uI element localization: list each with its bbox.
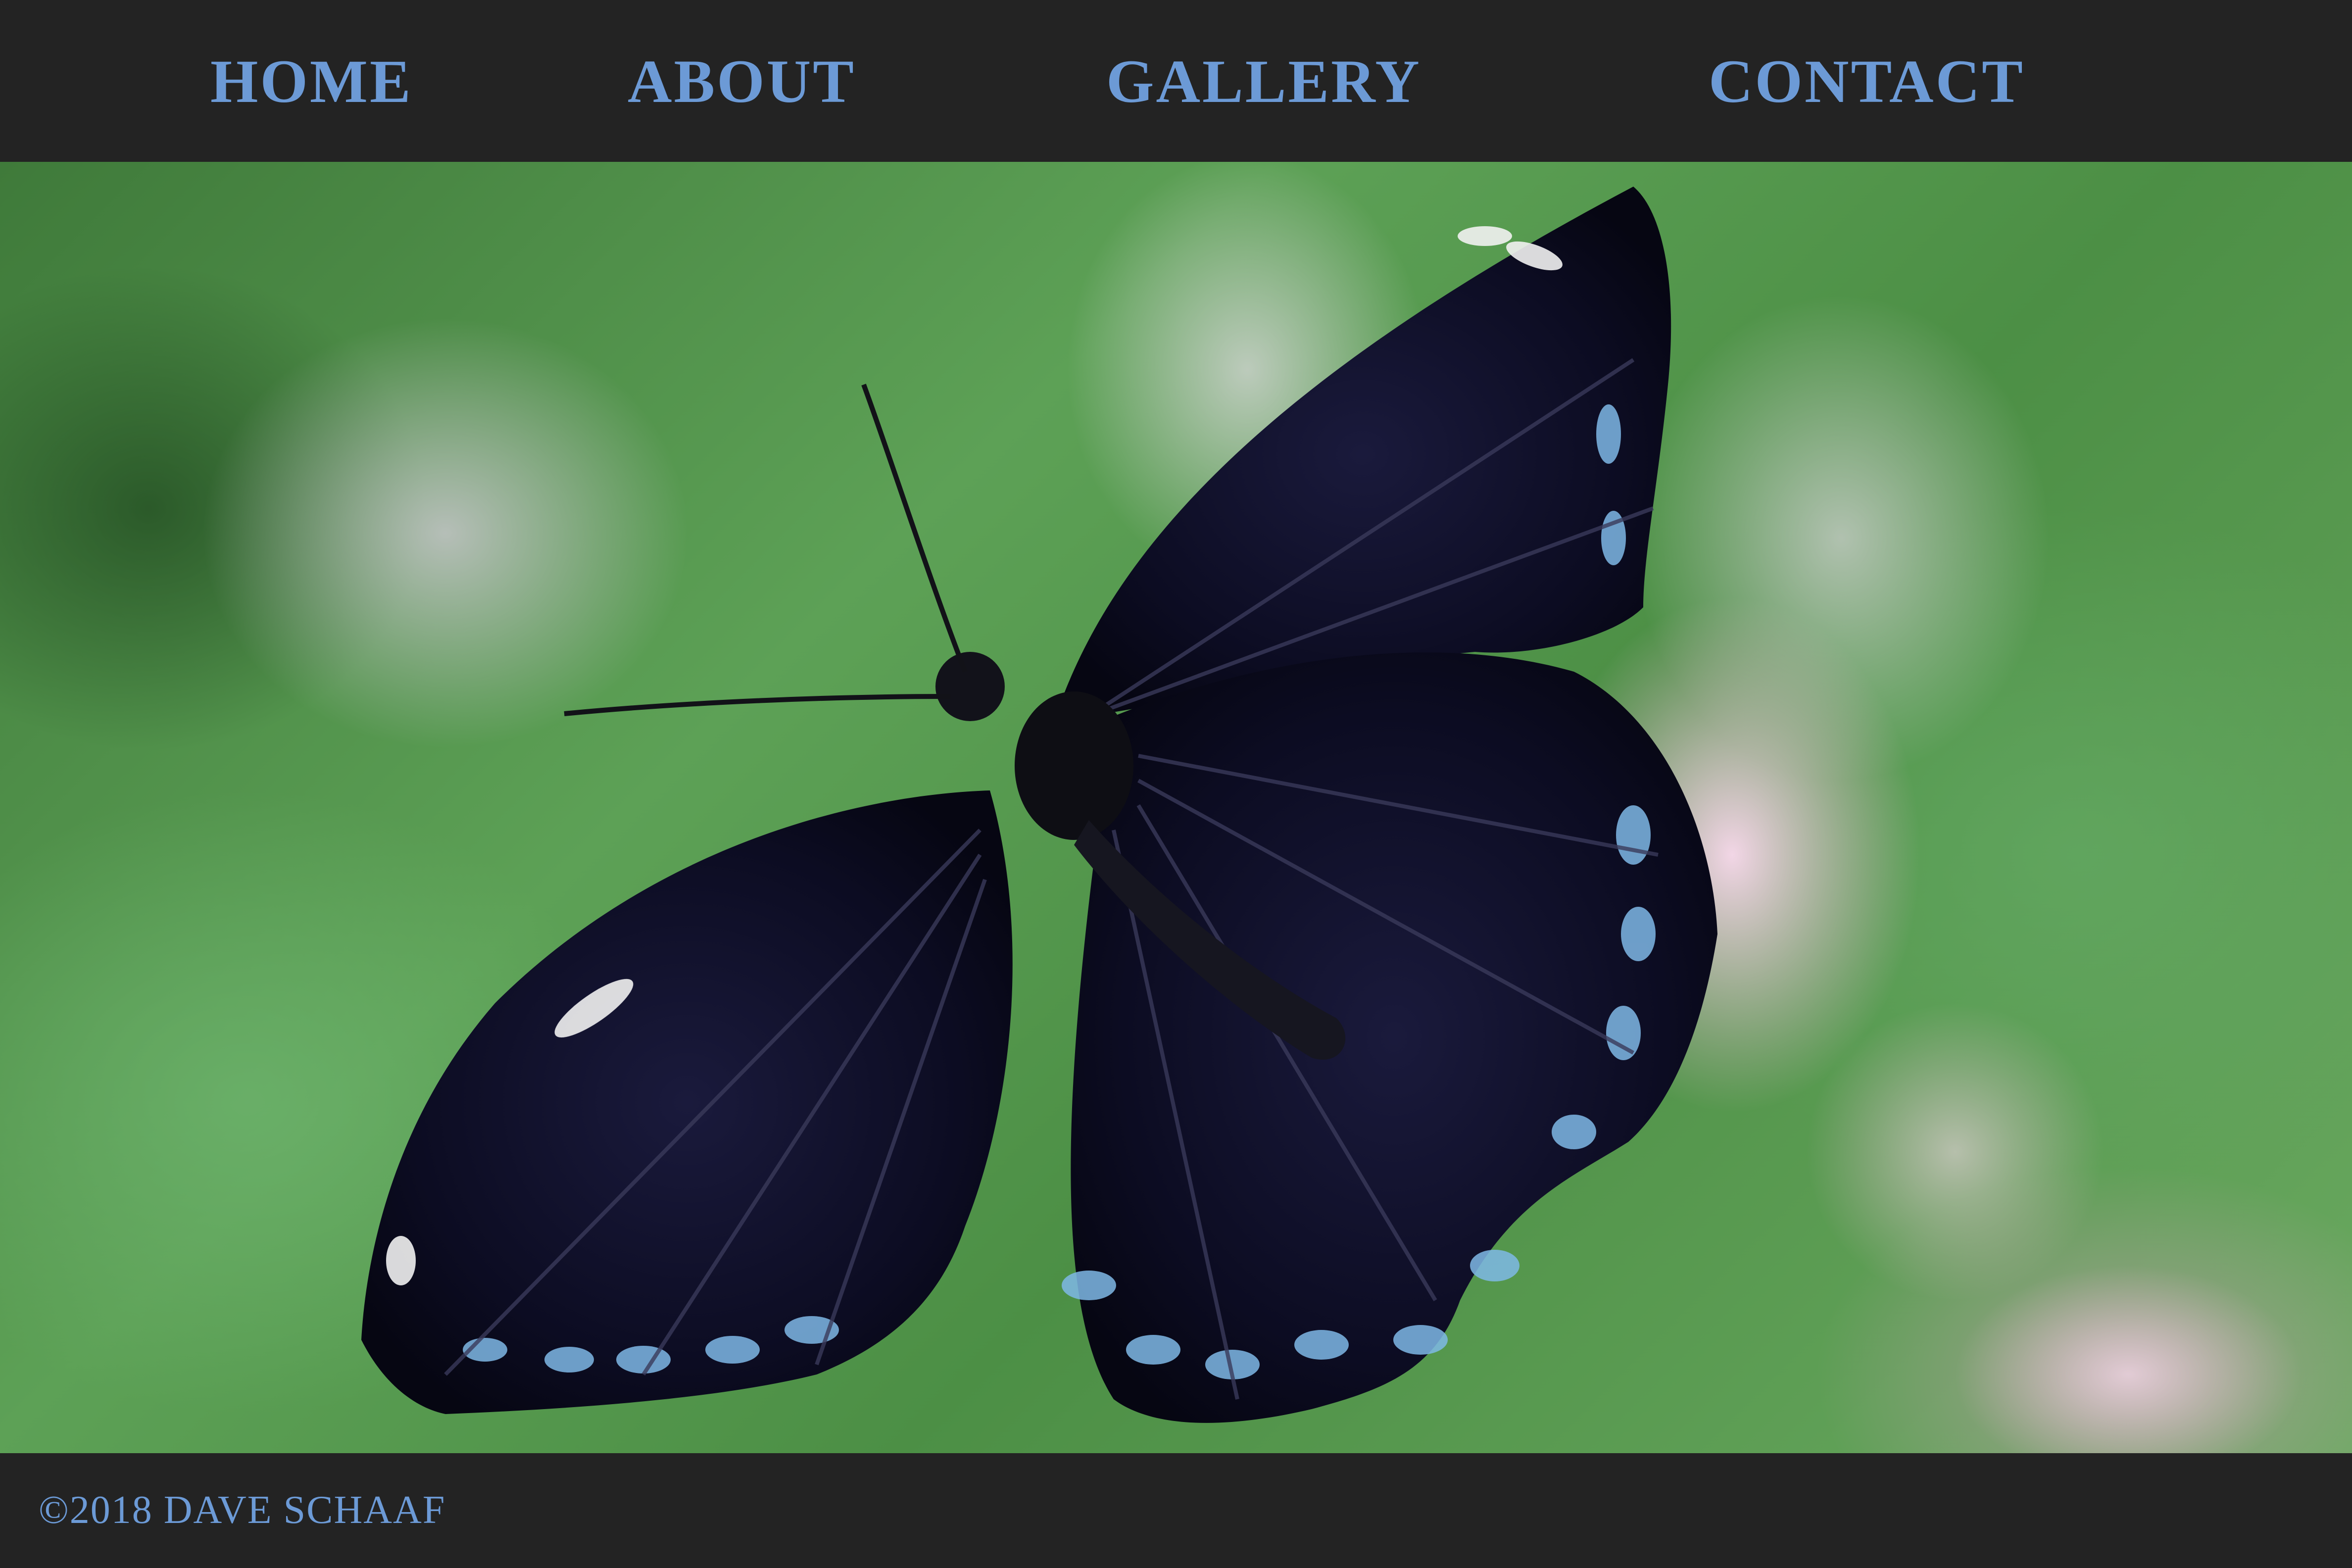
nav-home-link[interactable]: HOME — [210, 49, 413, 114]
butterfly-illustration — [361, 187, 2302, 1453]
top-navigation-bar: HOME ABOUT GALLERY CONTACT — [0, 0, 2352, 162]
upper-right-wing — [1054, 187, 1671, 721]
left-wing — [361, 790, 1013, 1414]
nav-gallery-link[interactable]: GALLERY — [1106, 49, 1421, 114]
butterfly-antennae — [564, 384, 968, 716]
hero-butterfly-photo — [0, 162, 2352, 1453]
copyright-text: ©2018 DAVE SCHAAF — [39, 1488, 446, 1532]
nav-contact-link[interactable]: CONTACT — [1709, 49, 2025, 114]
footer-bar: ©2018 DAVE SCHAAF — [0, 1453, 2352, 1568]
nav-about-link[interactable]: ABOUT — [628, 49, 856, 114]
